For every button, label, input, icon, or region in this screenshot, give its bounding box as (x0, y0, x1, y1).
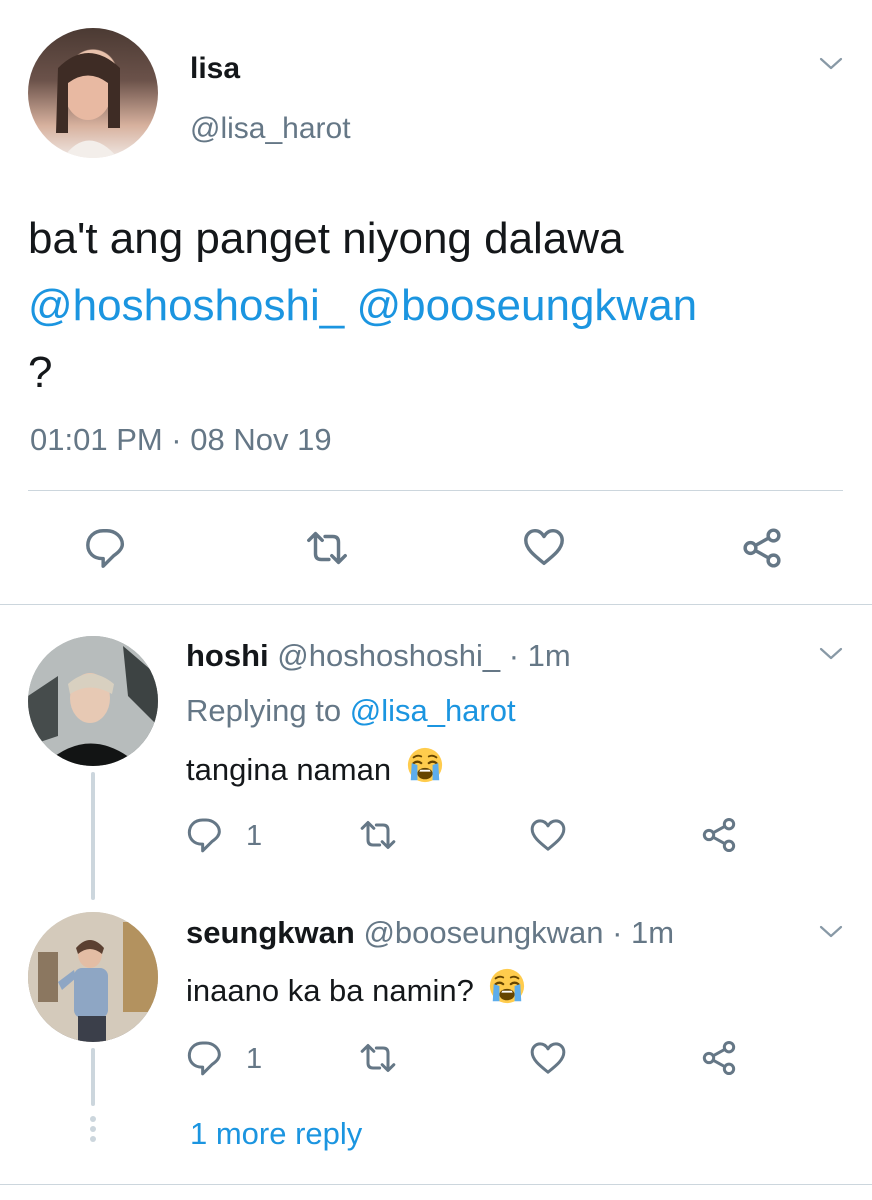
reply-text-content: inaano ka ba namin? (186, 973, 474, 1008)
reply-header: hoshi @hoshoshoshi_ · 1m (186, 638, 571, 674)
avatar[interactable] (28, 636, 158, 766)
loudly-crying-face-icon (406, 746, 443, 784)
reply-icon[interactable] (84, 525, 130, 571)
divider (0, 1184, 872, 1185)
like-icon[interactable] (527, 815, 569, 855)
handle[interactable]: @lisa_harot (190, 112, 351, 146)
loudly-crying-face-icon (489, 967, 526, 1005)
mention-link[interactable]: @hoshoshoshi_ (28, 281, 344, 330)
reply-time[interactable]: · 1m (509, 638, 571, 673)
tweet-text-end: ? (28, 348, 53, 397)
avatar[interactable] (28, 28, 158, 158)
tweet-text: ba't ang panget niyong dalawa @hoshoshos… (28, 205, 848, 406)
mention-link[interactable]: @booseungkwan (356, 281, 697, 330)
share-icon[interactable] (698, 815, 740, 855)
thread-line (91, 772, 95, 900)
retweet-icon[interactable] (356, 1038, 400, 1078)
timestamp[interactable]: 01:01 PM · 08 Nov 19 (30, 422, 332, 458)
retweet-icon[interactable] (356, 815, 400, 855)
reply-text: inaano ka ba namin? (186, 967, 526, 1009)
chevron-down-icon[interactable] (818, 924, 844, 940)
avatar-photo (28, 912, 158, 1042)
avatar-photo (28, 636, 158, 766)
tweet-text-line: ba't ang panget niyong dalawa (28, 214, 624, 263)
reply-icon[interactable] (186, 1038, 226, 1078)
reply-count: 1 (246, 820, 263, 852)
reply-text: tangina naman (186, 746, 444, 788)
thread-dots (90, 1116, 96, 1142)
share-icon[interactable] (698, 1038, 740, 1078)
retweet-icon[interactable] (302, 525, 352, 571)
share-icon[interactable] (738, 525, 786, 571)
handle[interactable]: @hoshoshoshi_ (277, 638, 500, 673)
reply-time[interactable]: · 1m (612, 915, 674, 950)
like-icon[interactable] (527, 1038, 569, 1078)
chevron-down-icon[interactable] (818, 56, 844, 72)
display-name[interactable]: seungkwan (186, 915, 355, 950)
handle[interactable]: @booseungkwan (363, 915, 603, 950)
avatar[interactable] (28, 912, 158, 1042)
replying-to: Replying to @lisa_harot (186, 693, 516, 729)
replying-to-label: Replying to (186, 693, 342, 728)
display-name[interactable]: hoshi (186, 638, 269, 673)
like-icon[interactable] (520, 524, 568, 570)
avatar-photo (56, 53, 120, 158)
reply-count: 1 (246, 1043, 263, 1075)
display-name[interactable]: lisa (190, 52, 240, 86)
chevron-down-icon[interactable] (818, 646, 844, 662)
thread-line (91, 1048, 95, 1106)
reply-icon[interactable] (186, 815, 226, 855)
divider (0, 604, 872, 605)
reply-text-content: tangina naman (186, 752, 392, 787)
reply-header: seungkwan @booseungkwan · 1m (186, 915, 674, 951)
mention-link[interactable]: @lisa_harot (350, 693, 516, 728)
divider (28, 490, 843, 491)
more-replies-link[interactable]: 1 more reply (190, 1116, 362, 1152)
